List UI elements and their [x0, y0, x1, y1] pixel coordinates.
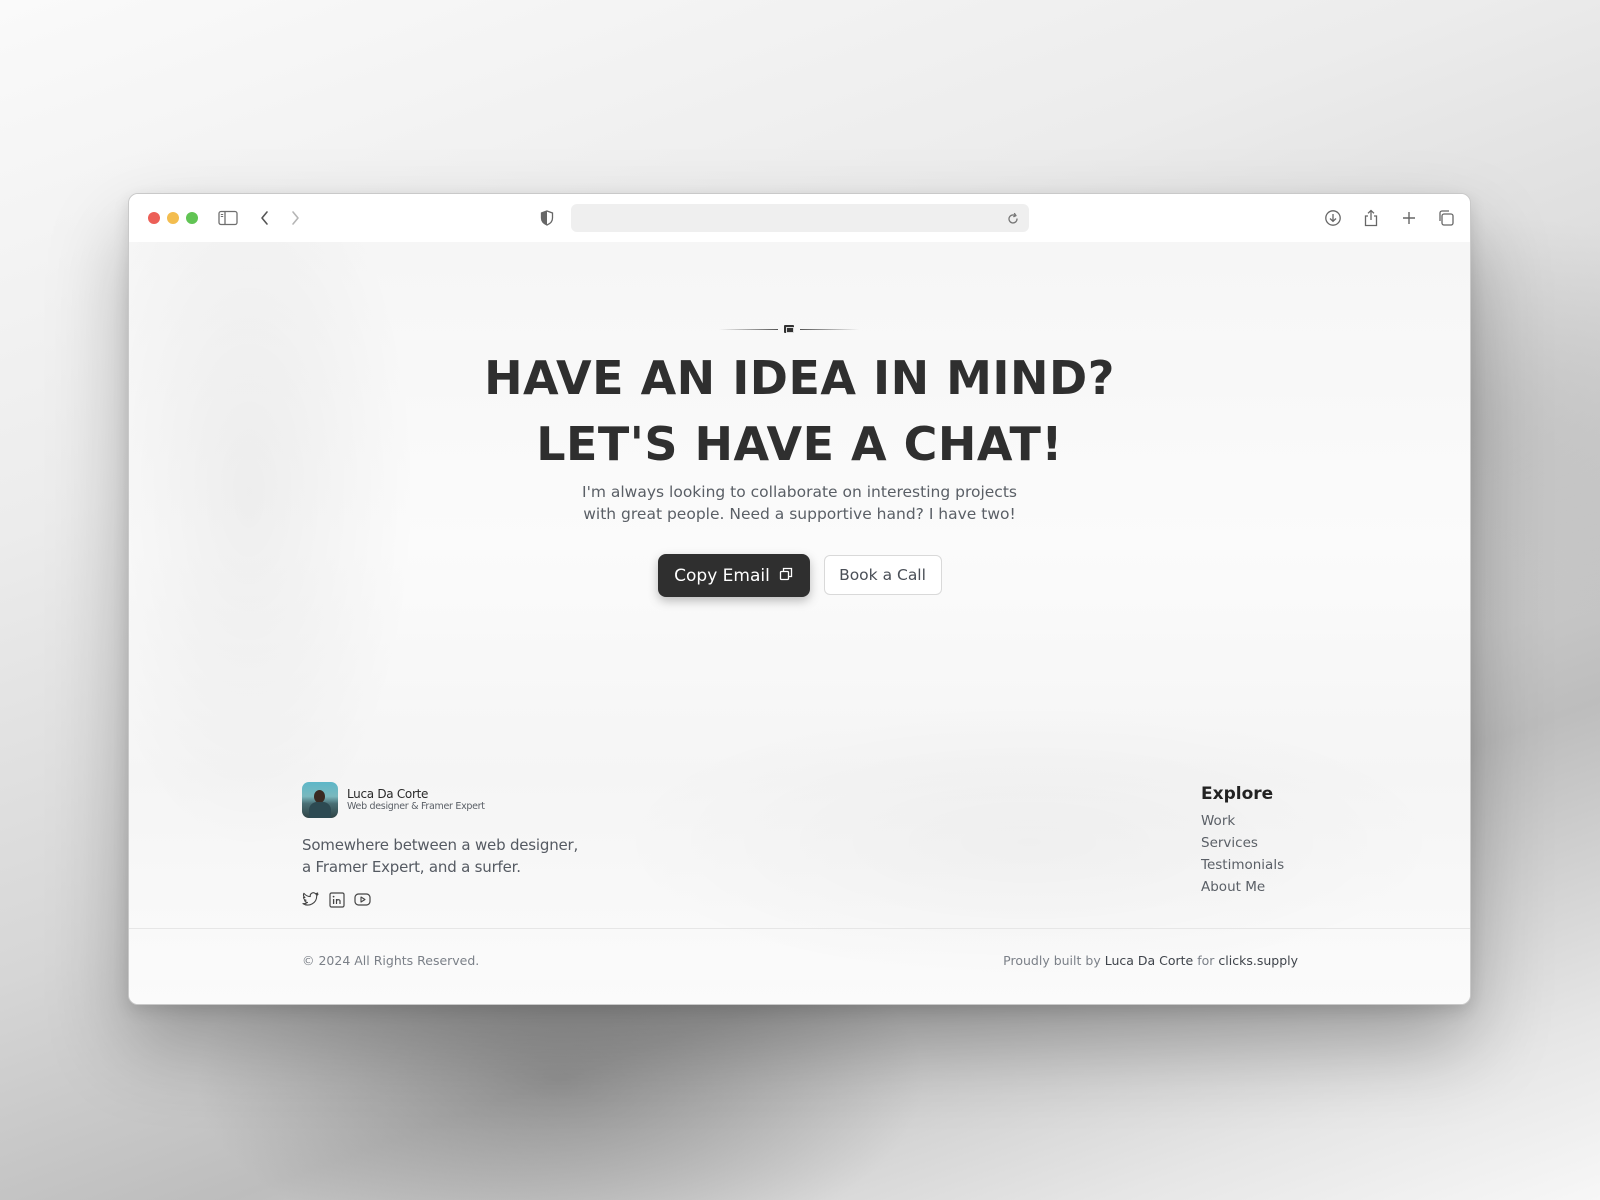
- minimize-window-button[interactable]: [167, 212, 179, 224]
- tabs-overview-icon[interactable]: [1434, 206, 1458, 230]
- footer-divider: [129, 928, 1470, 929]
- built-site-link[interactable]: clicks.supply: [1218, 953, 1298, 968]
- ornament-line-left: [719, 328, 779, 330]
- hero-headline: HAVE AN IDEA IN MIND? LET'S HAVE A CHAT!: [129, 345, 1470, 477]
- explore-link-work[interactable]: Work: [1201, 810, 1284, 832]
- footer-profile: Luca Da Corte Web designer & Framer Expe…: [302, 782, 485, 818]
- explore-link-services[interactable]: Services: [1201, 832, 1284, 854]
- maximize-window-button[interactable]: [186, 212, 198, 224]
- youtube-icon[interactable]: [354, 891, 371, 908]
- book-a-call-button[interactable]: Book a Call: [823, 555, 942, 595]
- chevron-left-icon[interactable]: [253, 206, 277, 230]
- section-ornament: [719, 323, 859, 335]
- copy-icon: [779, 566, 793, 586]
- ornament-line-right: [799, 328, 859, 330]
- browser-toolbar: [129, 194, 1470, 242]
- explore-nav: Explore Work Services Testimonials About…: [1201, 784, 1284, 898]
- headline-line-1: HAVE AN IDEA IN MIND?: [484, 351, 1115, 405]
- tagline-line-2: a Framer Expert, and a surfer.: [302, 858, 521, 876]
- profile-name: Luca Da Corte: [347, 787, 429, 801]
- copyright-text: © 2024 All Rights Reserved.: [302, 953, 480, 968]
- browser-window: HAVE AN IDEA IN MIND? LET'S HAVE A CHAT!…: [128, 193, 1471, 1005]
- explore-link-testimonials[interactable]: Testimonials: [1201, 854, 1284, 876]
- share-icon[interactable]: [1359, 206, 1383, 230]
- reload-icon[interactable]: [1001, 207, 1025, 231]
- twitter-icon[interactable]: [302, 891, 319, 908]
- download-icon[interactable]: [1321, 206, 1345, 230]
- social-links: [302, 891, 371, 908]
- shield-icon[interactable]: [535, 206, 559, 230]
- profile-role: Web designer & Framer Expert: [347, 801, 485, 812]
- footer-tagline: Somewhere between a web designer, a Fram…: [302, 834, 578, 878]
- built-by-credit: Proudly built by Luca Da Corte for click…: [1003, 953, 1298, 968]
- built-mid: for: [1197, 953, 1215, 968]
- page-content: HAVE AN IDEA IN MIND? LET'S HAVE A CHAT!…: [129, 242, 1470, 1004]
- subtext-line-1: I'm always looking to collaborate on int…: [582, 483, 1017, 501]
- chevron-right-icon[interactable]: [283, 206, 307, 230]
- close-window-button[interactable]: [148, 212, 160, 224]
- subtext-line-2: with great people. Need a supportive han…: [583, 505, 1016, 523]
- avatar: [302, 782, 338, 818]
- address-bar[interactable]: [571, 204, 1029, 232]
- plus-icon[interactable]: [1397, 206, 1421, 230]
- cta-row: Copy Email Book a Call: [129, 554, 1470, 597]
- built-author-link[interactable]: Luca Da Corte: [1105, 953, 1194, 968]
- linkedin-icon[interactable]: [328, 891, 345, 908]
- hero-subtext: I'm always looking to collaborate on int…: [129, 481, 1470, 525]
- headline-line-2: LET'S HAVE A CHAT!: [536, 417, 1063, 471]
- copy-email-button[interactable]: Copy Email: [657, 554, 810, 597]
- tagline-line-1: Somewhere between a web designer,: [302, 836, 579, 854]
- explore-link-about-me[interactable]: About Me: [1201, 876, 1284, 898]
- envelope-icon: [784, 325, 794, 333]
- built-prefix: Proudly built by: [1003, 953, 1101, 968]
- sidebar-icon[interactable]: [216, 206, 240, 230]
- copy-email-label: Copy Email: [674, 565, 770, 586]
- explore-title: Explore: [1201, 784, 1274, 804]
- window-controls: [148, 212, 198, 224]
